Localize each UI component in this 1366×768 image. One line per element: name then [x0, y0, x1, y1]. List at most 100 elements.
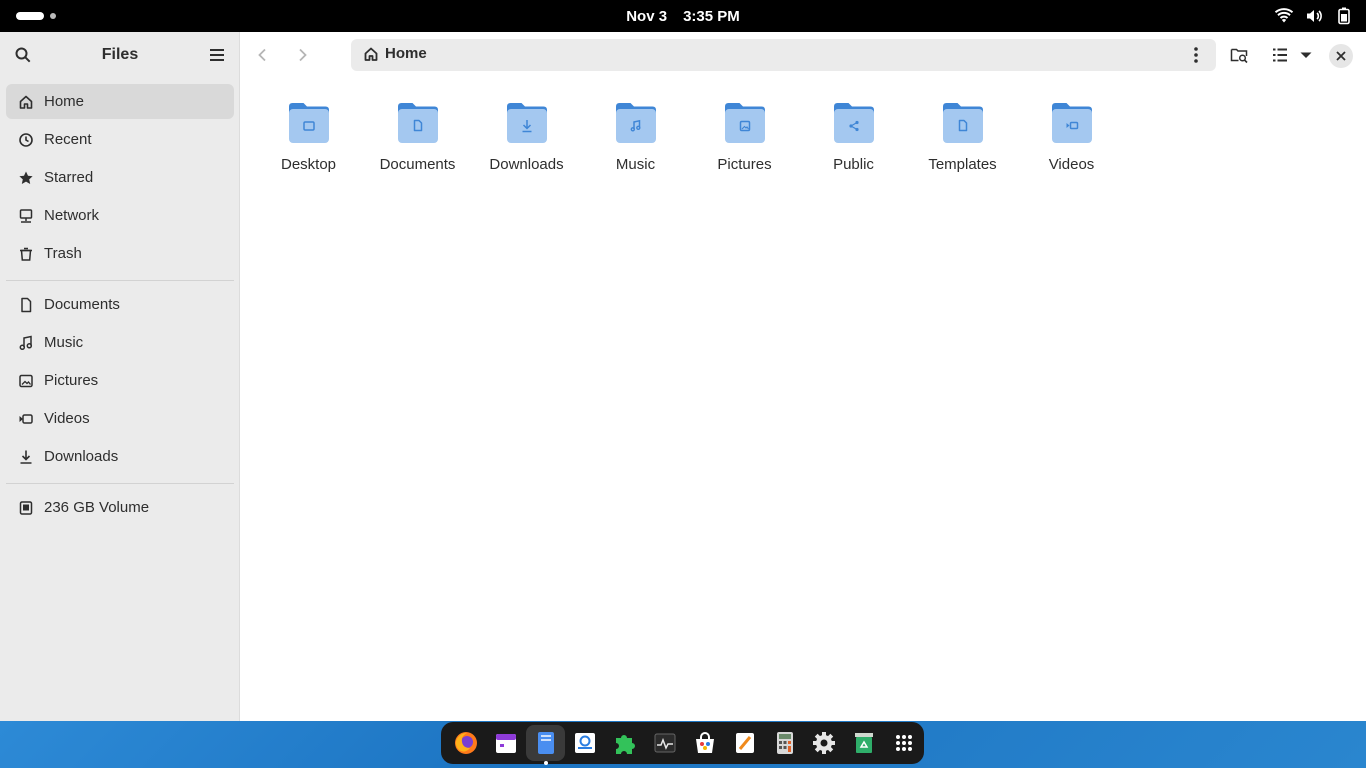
- files-icon: [537, 732, 554, 754]
- sidebar-separator: [6, 483, 234, 484]
- top-bar: Nov 3 3:35 PM: [0, 0, 1366, 32]
- document-icon: [18, 296, 44, 314]
- sidebar-item-trash[interactable]: Trash: [6, 236, 234, 271]
- sidebar-item-videos[interactable]: Videos: [6, 401, 234, 436]
- path-crumb-label: Home: [385, 45, 427, 62]
- dock-extensions[interactable]: [605, 725, 645, 761]
- folder-documents[interactable]: Documents: [363, 100, 472, 173]
- clock[interactable]: Nov 3 3:35 PM: [0, 0, 1366, 32]
- path-bar[interactable]: Home: [351, 39, 1216, 71]
- dock-calculator[interactable]: [765, 725, 805, 761]
- dock-notes[interactable]: [725, 725, 765, 761]
- places-list: Home Recent Starred Network Trash: [6, 84, 234, 274]
- workspace-indicator-active: [16, 12, 44, 20]
- dock-software[interactable]: [685, 725, 725, 761]
- folder-desktop[interactable]: Desktop: [254, 100, 363, 173]
- sidebar-item-network[interactable]: Network: [6, 198, 234, 233]
- battery-icon[interactable]: [1334, 6, 1354, 26]
- folder-label: Templates: [928, 156, 997, 173]
- folder-label: Music: [615, 156, 656, 173]
- sidebar-header: Files: [0, 32, 239, 78]
- download-icon: [18, 448, 44, 466]
- path-crumb-home[interactable]: Home: [363, 45, 427, 62]
- video-icon: [18, 410, 44, 428]
- folder-search-icon: [1230, 48, 1248, 64]
- volume-icon[interactable]: [1304, 6, 1324, 26]
- bookmarks-list: Documents Music Pictures Videos Download…: [6, 287, 234, 477]
- sidebar-item-documents[interactable]: Documents: [6, 287, 234, 322]
- system-monitor-icon: [654, 733, 676, 753]
- folder-music[interactable]: Music: [581, 100, 690, 173]
- main-content: Home Desktop Documents Downloads Music P…: [240, 32, 1366, 721]
- dock-files[interactable]: [525, 725, 566, 765]
- folder-pictures[interactable]: Pictures: [690, 100, 799, 173]
- sidebar-item-downloads[interactable]: Downloads: [6, 439, 234, 474]
- devices-list: 236 GB Volume: [6, 490, 234, 528]
- software-icon: [695, 732, 714, 753]
- sidebar-item-label: Documents: [44, 296, 120, 313]
- text-editor-icon: [575, 733, 596, 753]
- folder-documents-icon: [397, 103, 438, 143]
- more-vertical-icon: [1194, 47, 1198, 63]
- sidebar-item-label: Downloads: [44, 448, 119, 465]
- sidebar-item-label: Starred: [44, 169, 94, 186]
- dock-recycle-bin[interactable]: [844, 725, 884, 761]
- activities-button[interactable]: [16, 12, 56, 20]
- chevron-right-icon: [299, 48, 307, 62]
- sidebar-item-recent[interactable]: Recent: [6, 122, 234, 157]
- calculator-icon: [776, 732, 793, 754]
- folder-downloads[interactable]: Downloads: [472, 100, 581, 173]
- app-grid-icon: [896, 735, 913, 751]
- folder-label: Public: [833, 156, 874, 173]
- clock-date[interactable]: Nov 3: [626, 8, 667, 25]
- close-icon: [1336, 51, 1346, 61]
- workspace-indicator: [50, 13, 56, 19]
- folder-videos[interactable]: Videos: [1017, 100, 1126, 173]
- forward-button[interactable]: [286, 39, 318, 71]
- back-button[interactable]: [247, 39, 279, 71]
- sidebar-item-label: Pictures: [44, 372, 99, 389]
- sidebar-item-music[interactable]: Music: [6, 325, 234, 360]
- clock-time[interactable]: 3:35 PM: [683, 8, 740, 25]
- clock-icon: [18, 131, 44, 149]
- dock-text-editor[interactable]: [565, 725, 605, 761]
- sidebar-item-home[interactable]: Home: [6, 84, 234, 119]
- folder-public-icon: [833, 103, 874, 143]
- sidebar-item-label: Recent: [44, 131, 92, 148]
- location-menu-button[interactable]: [1182, 39, 1210, 71]
- sidebar: Files Home Recent Starred Network Trash …: [0, 32, 240, 721]
- sidebar-item-volume[interactable]: 236 GB Volume: [6, 490, 234, 525]
- dock-firefox[interactable]: [446, 725, 486, 761]
- recycle-icon: [855, 733, 874, 753]
- folder-public[interactable]: Public: [799, 100, 908, 173]
- home-icon: [364, 47, 378, 61]
- folder-label: Desktop: [280, 156, 337, 173]
- sidebar-item-label: Music: [44, 334, 84, 351]
- hamburger-icon: [210, 49, 224, 61]
- dock-calendar[interactable]: [486, 725, 526, 761]
- folder-grid: Desktop Documents Downloads Music Pictur…: [254, 100, 1126, 173]
- music-icon: [18, 334, 44, 352]
- main-menu-button[interactable]: [201, 39, 233, 71]
- dock-system-monitor[interactable]: [645, 725, 685, 761]
- files-window: Files Home Recent Starred Network Trash …: [0, 32, 1366, 721]
- drive-icon: [18, 499, 44, 517]
- close-window-button[interactable]: [1329, 44, 1353, 68]
- folder-label: Videos: [1048, 156, 1095, 173]
- dock-app-grid[interactable]: [884, 725, 924, 761]
- folder-templates[interactable]: Templates: [908, 100, 1017, 173]
- wifi-icon[interactable]: [1274, 6, 1294, 26]
- calendar-icon: [495, 734, 516, 753]
- search-folder-button[interactable]: [1223, 39, 1255, 71]
- list-view-icon: [1273, 48, 1287, 62]
- folder-music-icon: [615, 103, 656, 143]
- system-tray[interactable]: [1274, 6, 1354, 26]
- home-icon: [18, 93, 44, 111]
- folder-label: Pictures: [717, 156, 772, 173]
- chevron-down-icon: [1300, 52, 1312, 58]
- sidebar-item-pictures[interactable]: Pictures: [6, 363, 234, 398]
- dock-settings[interactable]: [804, 725, 844, 761]
- folder-pictures-icon: [724, 103, 765, 143]
- view-options-dropdown[interactable]: [1292, 39, 1320, 71]
- sidebar-item-starred[interactable]: Starred: [6, 160, 234, 195]
